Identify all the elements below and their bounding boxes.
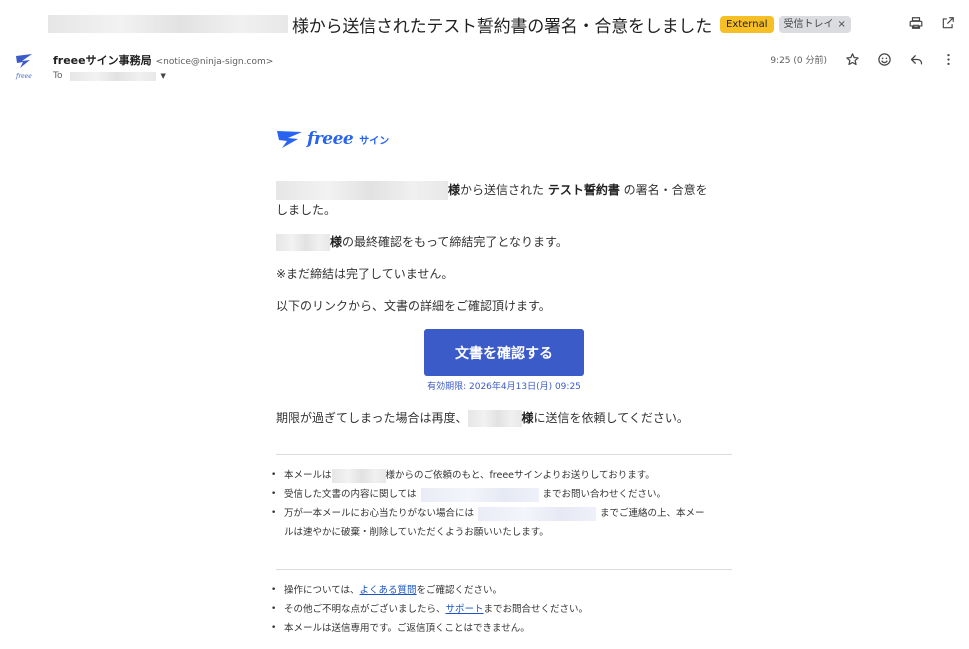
- redacted-company: [331, 468, 386, 483]
- para5-text-a: 期限が過ぎてしまった場合は再度、: [276, 411, 468, 425]
- star-icon[interactable]: [843, 50, 861, 68]
- final-confirmation-paragraph: 様の最終確認をもって締結完了となります。: [276, 232, 568, 252]
- emoji-reaction-icon[interactable]: [875, 50, 893, 68]
- view-document-button[interactable]: 文書を確認する: [424, 329, 584, 376]
- support-link[interactable]: サポート: [446, 604, 484, 615]
- message-actions: 9:25 (0 分前): [770, 50, 957, 68]
- not-completed-note: ※まだ締結は完了していません。: [276, 267, 454, 281]
- sama-suffix: 様: [448, 183, 461, 197]
- divider: [276, 454, 732, 455]
- para1-text-b: の署名・合意を: [619, 183, 708, 197]
- redacted-contact-email-2: [478, 506, 597, 521]
- sender-name[interactable]: freeeサイン事務局: [53, 52, 152, 68]
- para1-text-a: から送信された: [460, 183, 548, 197]
- note-text: 本メールは送信専用です。ご返信頂くことはできません。: [284, 623, 530, 634]
- sender-block: freeeサイン事務局 <notice@ninja-sign.com> To ▼: [53, 52, 273, 81]
- redacted-approver-name: [276, 234, 330, 251]
- message-time: 9:25 (0 分前): [770, 55, 827, 66]
- show-details-dropdown-icon[interactable]: ▼: [160, 72, 165, 80]
- inbox-label-chip[interactable]: 受信トレイ ×: [778, 15, 851, 33]
- note-text: その他ご不明な点がございましたら、: [284, 604, 446, 615]
- note-text: 受信した文書の内容に関しては: [284, 489, 417, 500]
- sender-avatar[interactable]: freee: [12, 52, 38, 82]
- recipient-line: To ▼: [53, 71, 273, 81]
- list-item: 本メールは送信専用です。ご返信頂くことはできません。: [271, 619, 736, 638]
- redacted-sender-name: [48, 15, 288, 33]
- redacted-sender-name-2: [467, 410, 522, 427]
- list-item: 受信した文書の内容に関しては までお問い合わせください。: [271, 485, 736, 504]
- list-item: 万が一本メールにお心当たりがない場合には までご連絡の上、本メー ルは速やかに破棄…: [271, 504, 736, 542]
- para2-text: の最終確認をもって締結完了となります。: [342, 235, 568, 249]
- freee-bird-icon: [277, 131, 302, 148]
- note-text: 本メールは: [284, 470, 332, 481]
- to-label: To: [53, 71, 63, 81]
- link-instruction: 以下のリンクから、文書の詳細をご確認頂けます。: [276, 299, 551, 313]
- list-item: 操作については、よくある質問をご確認ください。: [271, 581, 736, 600]
- open-in-new-window-icon[interactable]: [939, 14, 957, 32]
- list-item: その他ご不明な点がございましたら、サポートまでお問合せください。: [271, 600, 736, 619]
- email-body: freee サイン 様から送信された テスト誓約書 の署名・合意を しました。 …: [271, 124, 736, 638]
- more-options-icon[interactable]: [939, 50, 957, 68]
- faq-link[interactable]: よくある質問: [360, 585, 417, 596]
- para5-text-b: に送信を依頼してください。: [533, 411, 689, 425]
- sama-suffix: 様: [330, 235, 343, 249]
- link-expiry-text: 有効期限: 2026年4月13日(月) 09:25: [427, 382, 581, 392]
- note-text: までお問い合わせください。: [542, 489, 667, 500]
- note-text: 万が一本メールにお心当たりがない場合には: [284, 508, 475, 519]
- redacted-contact-email: [420, 487, 539, 502]
- para1-text-c: しました。: [276, 203, 337, 217]
- note-text: 操作については、: [284, 585, 360, 596]
- sama-suffix: 様: [521, 411, 534, 425]
- note-text: までお問合せください。: [483, 604, 589, 615]
- redacted-recipient: [70, 71, 157, 81]
- divider: [276, 569, 732, 570]
- note-text: ルは速やかに破棄・削除していただくようお願いいたします。: [284, 527, 549, 538]
- expired-instruction-paragraph: 期限が過ぎてしまった場合は再度、 様に送信を依頼してください。: [276, 408, 689, 428]
- print-icon[interactable]: [907, 14, 925, 32]
- svg-text:freee: freee: [15, 73, 32, 80]
- notice-list: 本メールは 様からのご依頼のもと、freeeサインよりお送りしております。 受信し…: [271, 466, 736, 542]
- reply-icon[interactable]: [907, 50, 925, 68]
- signature-notice-paragraph: 様から送信された テスト誓約書 の署名・合意を しました。: [276, 180, 736, 220]
- subject-row: 様から送信されたテスト誓約書の署名・合意をしました External 受信トレイ…: [48, 10, 851, 38]
- help-list: 操作については、よくある質問をご確認ください。 その他ご不明な点がございましたら…: [271, 581, 736, 638]
- remove-label-icon[interactable]: ×: [838, 18, 846, 31]
- note-text: 様からのご依頼のもと、freeeサインよりお送りしております。: [385, 470, 655, 481]
- external-label-chip[interactable]: External: [720, 15, 774, 33]
- logo-brand: freee: [307, 129, 354, 149]
- freee-sign-logo: freee サイン: [276, 124, 736, 154]
- thread-actions: [907, 14, 957, 32]
- note-text: までご連絡の上、本メー: [600, 508, 705, 519]
- note-text: をご確認ください。: [416, 585, 503, 596]
- document-name: テスト誓約書: [547, 183, 620, 197]
- inbox-label-text: 受信トレイ: [783, 18, 834, 30]
- redacted-sender-company: [276, 181, 448, 200]
- sender-email: <notice@ninja-sign.com>: [155, 57, 274, 67]
- email-subject: 様から送信されたテスト誓約書の署名・合意をしました: [292, 16, 712, 37]
- list-item: 本メールは 様からのご依頼のもと、freeeサインよりお送りしております。: [271, 466, 736, 485]
- logo-product: サイン: [359, 135, 390, 147]
